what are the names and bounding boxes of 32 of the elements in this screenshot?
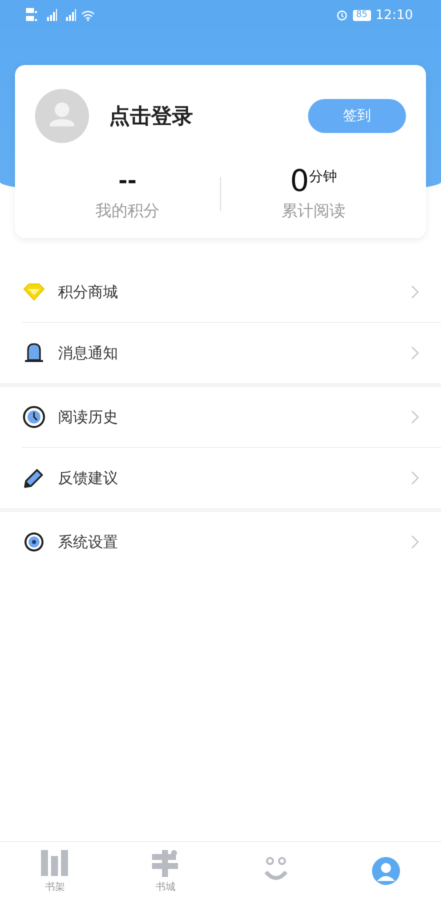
settings-icon: [22, 530, 46, 554]
menu-item[interactable]: 系统设置: [22, 512, 441, 572]
menu-item[interactable]: 消息通知: [22, 323, 441, 383]
menu-item[interactable]: 阅读历史: [22, 387, 441, 448]
clock-time: 12:10: [376, 8, 413, 22]
battery-level: 85: [353, 10, 371, 20]
login-link[interactable]: 点击登录: [109, 102, 308, 130]
menu-label: 消息通知: [58, 344, 119, 362]
chevron-right-icon: [411, 285, 419, 299]
chevron-right-icon: [411, 535, 419, 549]
chevron-right-icon: [411, 346, 419, 360]
avatar-icon[interactable]: [35, 89, 89, 143]
menu-label: 反馈建议: [58, 468, 119, 488]
alarm-icon: [336, 9, 348, 21]
wifi-icon: [81, 10, 95, 20]
sim-icon: [26, 8, 38, 22]
chevron-right-icon: [411, 410, 419, 424]
stat-unit: 分钟: [309, 168, 338, 186]
menu-label: 系统设置: [58, 532, 119, 552]
stat-label: 我的积分: [96, 201, 160, 222]
clock-icon: [22, 405, 46, 429]
menu-item[interactable]: 积分商城: [22, 262, 441, 323]
person-icon: [370, 856, 402, 886]
menu-label: 积分商城: [58, 282, 119, 302]
stat-value: 0: [290, 165, 310, 199]
menu-item[interactable]: 反馈建议: [22, 448, 441, 508]
stat-label: 累计阅读: [282, 201, 346, 222]
bell-icon: [22, 341, 46, 365]
pencil-icon: [22, 466, 46, 490]
stat-value: --: [118, 168, 137, 196]
chevron-right-icon: [411, 471, 419, 485]
menu-label: 阅读历史: [58, 408, 119, 426]
